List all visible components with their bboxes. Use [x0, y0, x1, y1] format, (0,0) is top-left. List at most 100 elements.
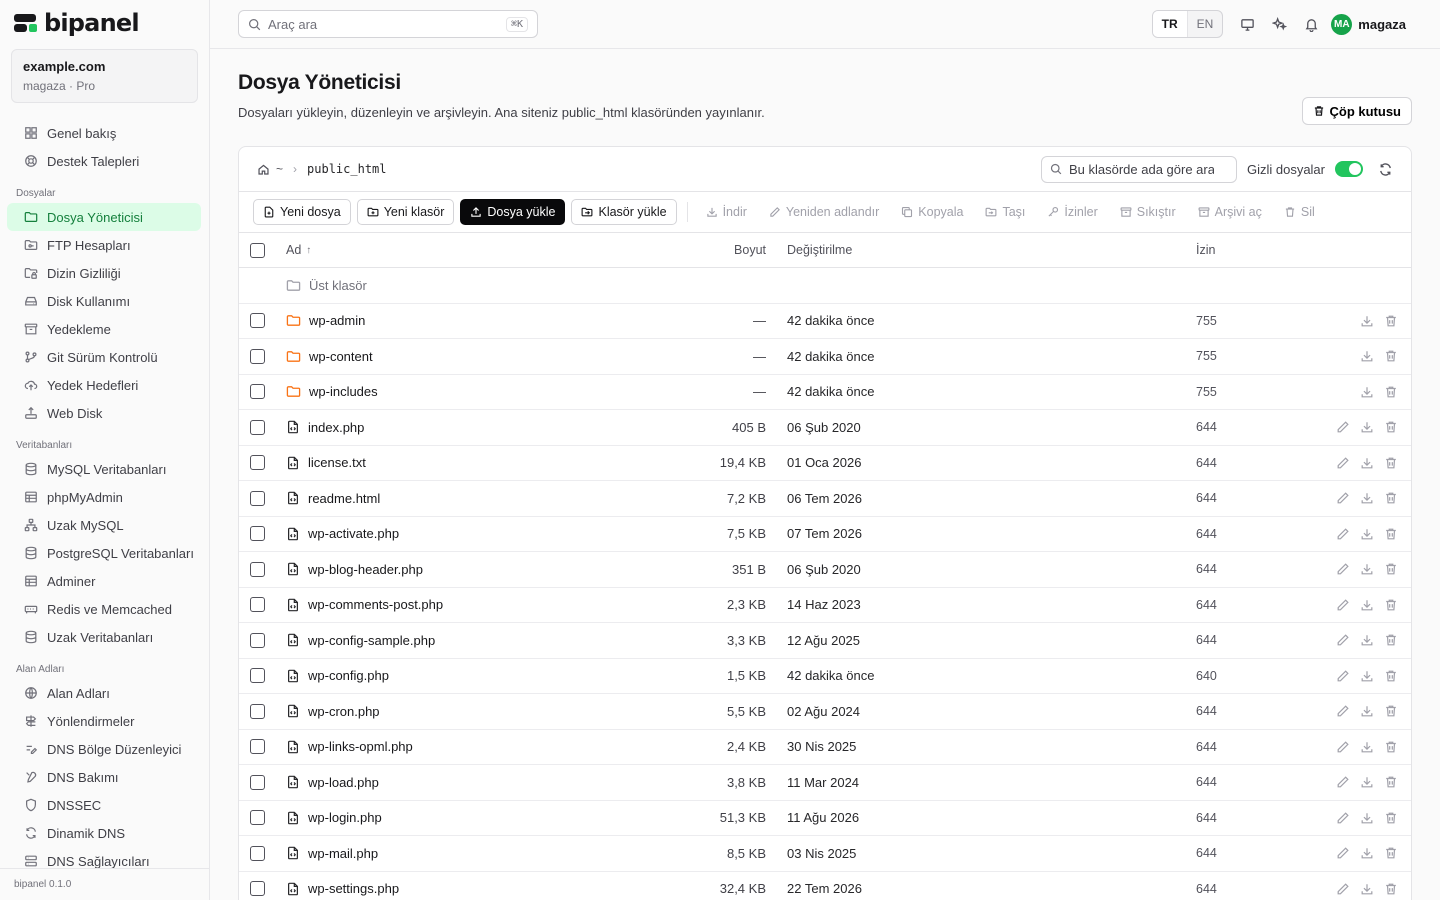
download-icon[interactable]: [1360, 846, 1374, 860]
download-icon[interactable]: [1360, 349, 1374, 363]
pencil-icon[interactable]: [1336, 811, 1350, 825]
sidebar-item-dns-sag-lay-c-lar[interactable]: DNS Sağlayıcıları: [7, 847, 201, 868]
sidebar-item-mysql-veritabanlar[interactable]: MySQL Veritabanları: [7, 455, 201, 483]
sidebar-item-destek-talepleri[interactable]: Destek Talepleri: [7, 147, 201, 175]
sidebar-item-dnssec[interactable]: DNSSEC: [7, 791, 201, 819]
download-icon[interactable]: [1360, 811, 1374, 825]
sidebar-item-dosya-yo-neticisi[interactable]: Dosya Yöneticisi: [7, 203, 201, 231]
trash-icon[interactable]: [1384, 491, 1398, 505]
sidebar-item-redis-ve-memcached[interactable]: Redis ve Memcached: [7, 595, 201, 623]
header-size[interactable]: Boyut: [636, 243, 766, 257]
trash-icon[interactable]: [1384, 704, 1398, 718]
table-row[interactable]: wp-load.php 3,8 KB 11 Mar 2024 644: [239, 765, 1411, 801]
sidebar-item-adminer[interactable]: Adminer: [7, 567, 201, 595]
compress-button[interactable]: Sıkıştır: [1112, 199, 1184, 225]
row-checkbox[interactable]: [250, 419, 265, 435]
trash-icon[interactable]: [1384, 420, 1398, 434]
header-permission[interactable]: İzin: [1196, 243, 1316, 257]
file-permission[interactable]: 755: [1196, 314, 1316, 328]
upload-folder-button[interactable]: Klasör yükle: [571, 199, 677, 225]
header-modified[interactable]: Değiştirilme: [766, 243, 1196, 257]
trash-icon[interactable]: [1384, 775, 1398, 789]
pencil-icon[interactable]: [1336, 669, 1350, 683]
trash-icon[interactable]: [1384, 740, 1398, 754]
pencil-icon[interactable]: [1336, 456, 1350, 470]
pencil-icon[interactable]: [1336, 527, 1350, 541]
pencil-icon[interactable]: [1336, 420, 1350, 434]
pencil-icon[interactable]: [1336, 598, 1350, 612]
pencil-icon[interactable]: [1336, 704, 1350, 718]
file-permission[interactable]: 644: [1196, 420, 1316, 434]
move-button[interactable]: Taşı: [977, 199, 1033, 225]
monitor-button[interactable]: [1231, 10, 1263, 38]
file-permission[interactable]: 755: [1196, 349, 1316, 363]
file-name[interactable]: wp-admin: [309, 313, 365, 328]
table-row[interactable]: wp-content — 42 dakika önce 755: [239, 339, 1411, 375]
download-icon[interactable]: [1360, 491, 1374, 505]
file-permission[interactable]: 644: [1196, 740, 1316, 754]
trash-icon[interactable]: [1384, 314, 1398, 328]
file-name[interactable]: wp-links-opml.php: [308, 739, 413, 754]
lang-en-button[interactable]: EN: [1188, 11, 1223, 37]
download-icon[interactable]: [1360, 669, 1374, 683]
table-row[interactable]: wp-config.php 1,5 KB 42 dakika önce 640: [239, 659, 1411, 694]
row-checkbox[interactable]: [250, 490, 265, 506]
download-icon[interactable]: [1360, 385, 1374, 399]
trash-icon[interactable]: [1384, 846, 1398, 860]
download-icon[interactable]: [1360, 633, 1374, 647]
theme-button[interactable]: [1263, 10, 1295, 38]
sidebar-item-genel-bak-s[interactable]: Genel bakış: [7, 119, 201, 147]
file-permission[interactable]: 644: [1196, 456, 1316, 470]
table-row[interactable]: wp-comments-post.php 2,3 KB 14 Haz 2023 644: [239, 588, 1411, 623]
file-name[interactable]: wp-settings.php: [308, 881, 399, 896]
row-checkbox[interactable]: [250, 845, 265, 861]
download-icon[interactable]: [1360, 527, 1374, 541]
trash-icon[interactable]: [1384, 385, 1398, 399]
download-icon[interactable]: [1360, 740, 1374, 754]
sort-by-name[interactable]: Ad ↑: [286, 243, 636, 257]
folder-search-input[interactable]: [1068, 161, 1214, 177]
table-row[interactable]: readme.html 7,2 KB 06 Tem 2026 644: [239, 481, 1411, 517]
row-checkbox[interactable]: [250, 632, 265, 648]
row-checkbox[interactable]: [250, 810, 265, 826]
trash-icon[interactable]: [1384, 633, 1398, 647]
new-file-button[interactable]: Yeni dosya: [253, 199, 351, 225]
home-icon[interactable]: [257, 163, 270, 176]
row-checkbox[interactable]: [250, 348, 265, 364]
notifications-button[interactable]: [1295, 10, 1327, 38]
download-icon[interactable]: [1360, 456, 1374, 470]
permissions-button[interactable]: İzinler: [1039, 199, 1105, 225]
sidebar-item-yedekleme[interactable]: Yedekleme: [7, 315, 201, 343]
sidebar-item-disk-kullan-m[interactable]: Disk Kullanımı: [7, 287, 201, 315]
tool-search-input[interactable]: [268, 16, 499, 32]
sidebar-item-alan-adlar[interactable]: Alan Adları: [7, 679, 201, 707]
download-button[interactable]: İndir: [698, 199, 755, 225]
sidebar-item-ftp-hesaplar[interactable]: FTP Hesapları: [7, 231, 201, 259]
sidebar-item-dns-bo-lge-du-zenleyici[interactable]: DNS Bölge Düzenleyici: [7, 735, 201, 763]
table-row[interactable]: wp-cron.php 5,5 KB 02 Ağu 2024 644: [239, 694, 1411, 730]
new-folder-button[interactable]: Yeni klasör: [356, 199, 455, 225]
sidebar-item-web-disk[interactable]: Web Disk: [7, 399, 201, 427]
breadcrumb-current[interactable]: public_html: [307, 162, 386, 176]
file-permission[interactable]: 644: [1196, 491, 1316, 505]
sidebar-item-phpmyadmin[interactable]: phpMyAdmin: [7, 483, 201, 511]
pencil-icon[interactable]: [1336, 562, 1350, 576]
download-icon[interactable]: [1360, 420, 1374, 434]
breadcrumb-home[interactable]: ~: [276, 162, 283, 176]
refresh-button[interactable]: [1373, 157, 1397, 181]
download-icon[interactable]: [1360, 598, 1374, 612]
brand-logo[interactable]: bipanel: [0, 0, 209, 46]
table-row[interactable]: wp-settings.php 32,4 KB 22 Tem 2026 644: [239, 872, 1411, 900]
file-permission[interactable]: 644: [1196, 846, 1316, 860]
file-name[interactable]: wp-activate.php: [308, 526, 399, 541]
trash-icon[interactable]: [1384, 456, 1398, 470]
file-name[interactable]: wp-mail.php: [308, 846, 378, 861]
file-name[interactable]: wp-load.php: [308, 775, 379, 790]
file-name[interactable]: readme.html: [308, 491, 380, 506]
lang-tr-button[interactable]: TR: [1152, 11, 1188, 37]
download-icon[interactable]: [1360, 562, 1374, 576]
sidebar-item-uzak-veritabanlar[interactable]: Uzak Veritabanları: [7, 623, 201, 651]
pencil-icon[interactable]: [1336, 882, 1350, 896]
file-permission[interactable]: 644: [1196, 562, 1316, 576]
row-checkbox[interactable]: [250, 561, 265, 577]
